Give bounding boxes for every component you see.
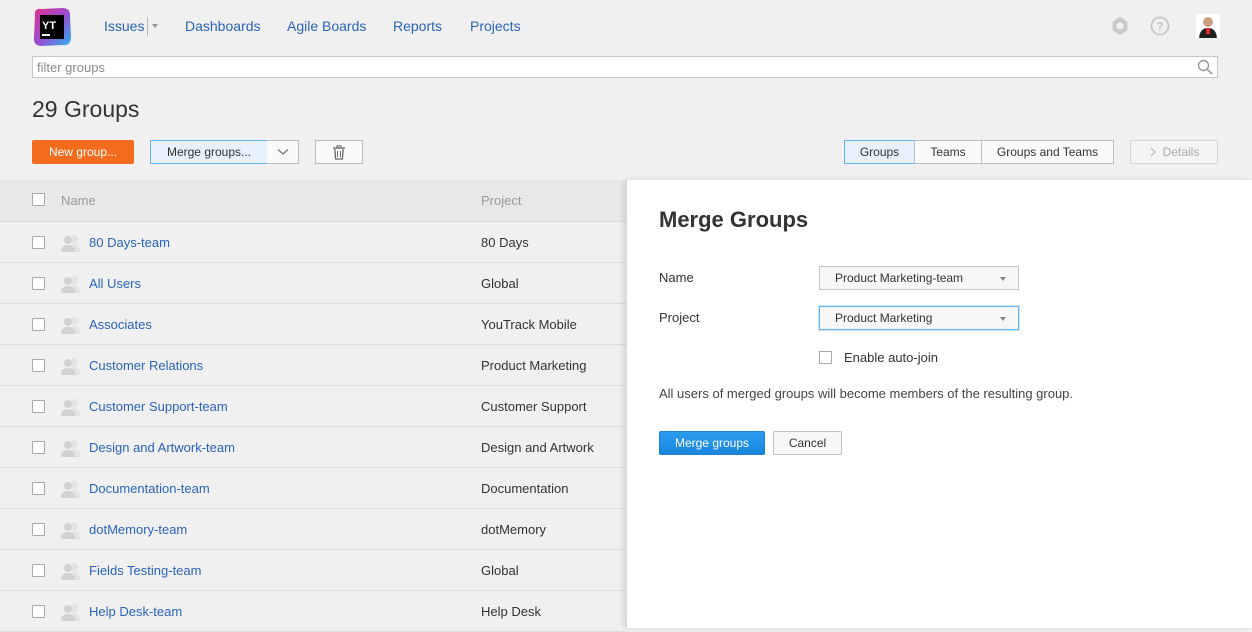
table-row[interactable]: Customer Relations Product Marketing [0,345,626,386]
group-name-link[interactable]: Documentation-team [89,481,210,496]
group-icon [60,520,82,540]
group-project: Global [481,276,519,291]
auto-join-label[interactable]: Enable auto-join [844,350,938,365]
group-icon [60,479,82,499]
select-all-checkbox[interactable] [32,193,45,206]
nav-agile-boards[interactable]: Agile Boards [287,18,366,34]
name-select-value: Product Marketing-team [835,271,964,285]
group-project: Global [481,563,519,578]
project-select-value: Product Marketing [835,311,933,325]
table-row[interactable]: Help Desk-team Help Desk [0,591,626,632]
group-name-link[interactable]: Associates [89,317,152,332]
row-checkbox[interactable] [32,277,45,290]
group-name-link[interactable]: 80 Days-team [89,235,170,250]
group-project: Customer Support [481,399,587,414]
group-icon [60,274,82,294]
group-project: 80 Days [481,235,529,250]
project-select[interactable]: Product Marketing [819,306,1019,330]
row-checkbox[interactable] [32,482,45,495]
group-icon [60,438,82,458]
group-project: dotMemory [481,522,547,537]
row-checkbox[interactable] [32,359,45,372]
nav-dashboards[interactable]: Dashboards [185,18,261,34]
group-name-link[interactable]: Customer Relations [89,358,203,373]
user-avatar[interactable] [1196,14,1220,38]
chevron-right-icon [1150,147,1156,157]
trash-icon [333,144,345,160]
group-icon [60,561,82,581]
table-row[interactable]: 80 Days-team 80 Days [0,222,626,263]
row-checkbox[interactable] [32,400,45,413]
group-name-link[interactable]: Help Desk-team [89,604,182,619]
merge-note: All users of merged groups will become m… [659,386,1074,401]
group-name-link[interactable]: dotMemory-team [89,522,187,537]
table-row[interactable]: Fields Testing-team Global [0,550,626,591]
merge-groups-dialog: Merge Groups Name Product Marketing-team… [626,180,1252,628]
caret-down-icon [1000,277,1006,281]
row-checkbox[interactable] [32,318,45,331]
group-name-link[interactable]: Customer Support-team [89,399,228,414]
svg-text:YT: YT [42,20,56,32]
details-button[interactable]: Details [1130,140,1218,164]
column-header-project[interactable]: Project [481,193,521,208]
row-checkbox[interactable] [32,441,45,454]
filter-box [32,56,1218,78]
view-groups-and-teams-tab[interactable]: Groups and Teams [981,140,1114,164]
row-checkbox[interactable] [32,564,45,577]
group-icon [60,315,82,335]
delete-button[interactable] [315,140,363,164]
name-select[interactable]: Product Marketing-team [819,266,1019,290]
row-checkbox[interactable] [32,236,45,249]
group-project: Product Marketing [481,358,587,373]
view-teams-tab[interactable]: Teams [914,140,982,164]
settings-icon[interactable] [1110,16,1130,36]
name-label: Name [659,270,694,285]
row-checkbox[interactable] [32,523,45,536]
details-label: Details [1162,145,1200,159]
group-name-link[interactable]: Fields Testing-team [89,563,201,578]
new-group-button[interactable]: New group... [32,140,134,164]
group-icon [60,356,82,376]
group-icon [60,397,82,417]
group-name-link[interactable]: Design and Artwork-team [89,440,235,455]
issues-dropdown-caret[interactable] [152,24,158,28]
group-icon [60,233,82,253]
column-header-name[interactable]: Name [61,193,96,208]
nav-projects[interactable]: Projects [470,18,521,34]
group-project: YouTrack Mobile [481,317,577,332]
filter-groups-input[interactable] [33,57,1187,77]
search-icon[interactable] [1197,59,1213,75]
group-project: Documentation [481,481,569,496]
dialog-title: Merge Groups [659,207,809,232]
table-row[interactable]: dotMemory-team dotMemory [0,509,626,550]
view-groups-tab[interactable]: Groups [844,140,915,164]
group-name-link[interactable]: All Users [89,276,141,291]
group-project: Help Desk [481,604,541,619]
nav-separator [147,17,148,36]
table-header: Name Project [0,180,626,222]
page-title: 29 Groups [32,96,140,122]
merge-options-dropdown[interactable] [267,140,299,164]
group-project: Design and Artwork [481,440,594,455]
row-checkbox[interactable] [32,605,45,618]
groups-table: Name Project 80 Days-team 80 Days All User… [0,180,626,632]
chevron-down-icon [277,149,288,155]
table-row[interactable]: Customer Support-team Customer Support [0,386,626,427]
table-row[interactable]: All Users Global [0,263,626,304]
group-icon [60,602,82,622]
nav-issues[interactable]: Issues [104,18,144,34]
auto-join-checkbox[interactable] [819,351,832,364]
help-icon[interactable]: ? [1150,16,1170,36]
caret-down-icon [1000,317,1006,321]
svg-text:?: ? [1156,20,1163,34]
merge-groups-button[interactable]: Merge groups... [150,140,268,164]
table-row[interactable]: Design and Artwork-team Design and Artwor… [0,427,626,468]
table-row[interactable]: Documentation-team Documentation [0,468,626,509]
merge-groups-submit-button[interactable]: Merge groups [659,431,765,455]
project-label: Project [659,310,700,325]
table-row[interactable]: Associates YouTrack Mobile [0,304,626,345]
youtrack-logo[interactable]: YT [32,7,72,47]
nav-reports[interactable]: Reports [393,18,442,34]
cancel-button[interactable]: Cancel [773,431,842,455]
